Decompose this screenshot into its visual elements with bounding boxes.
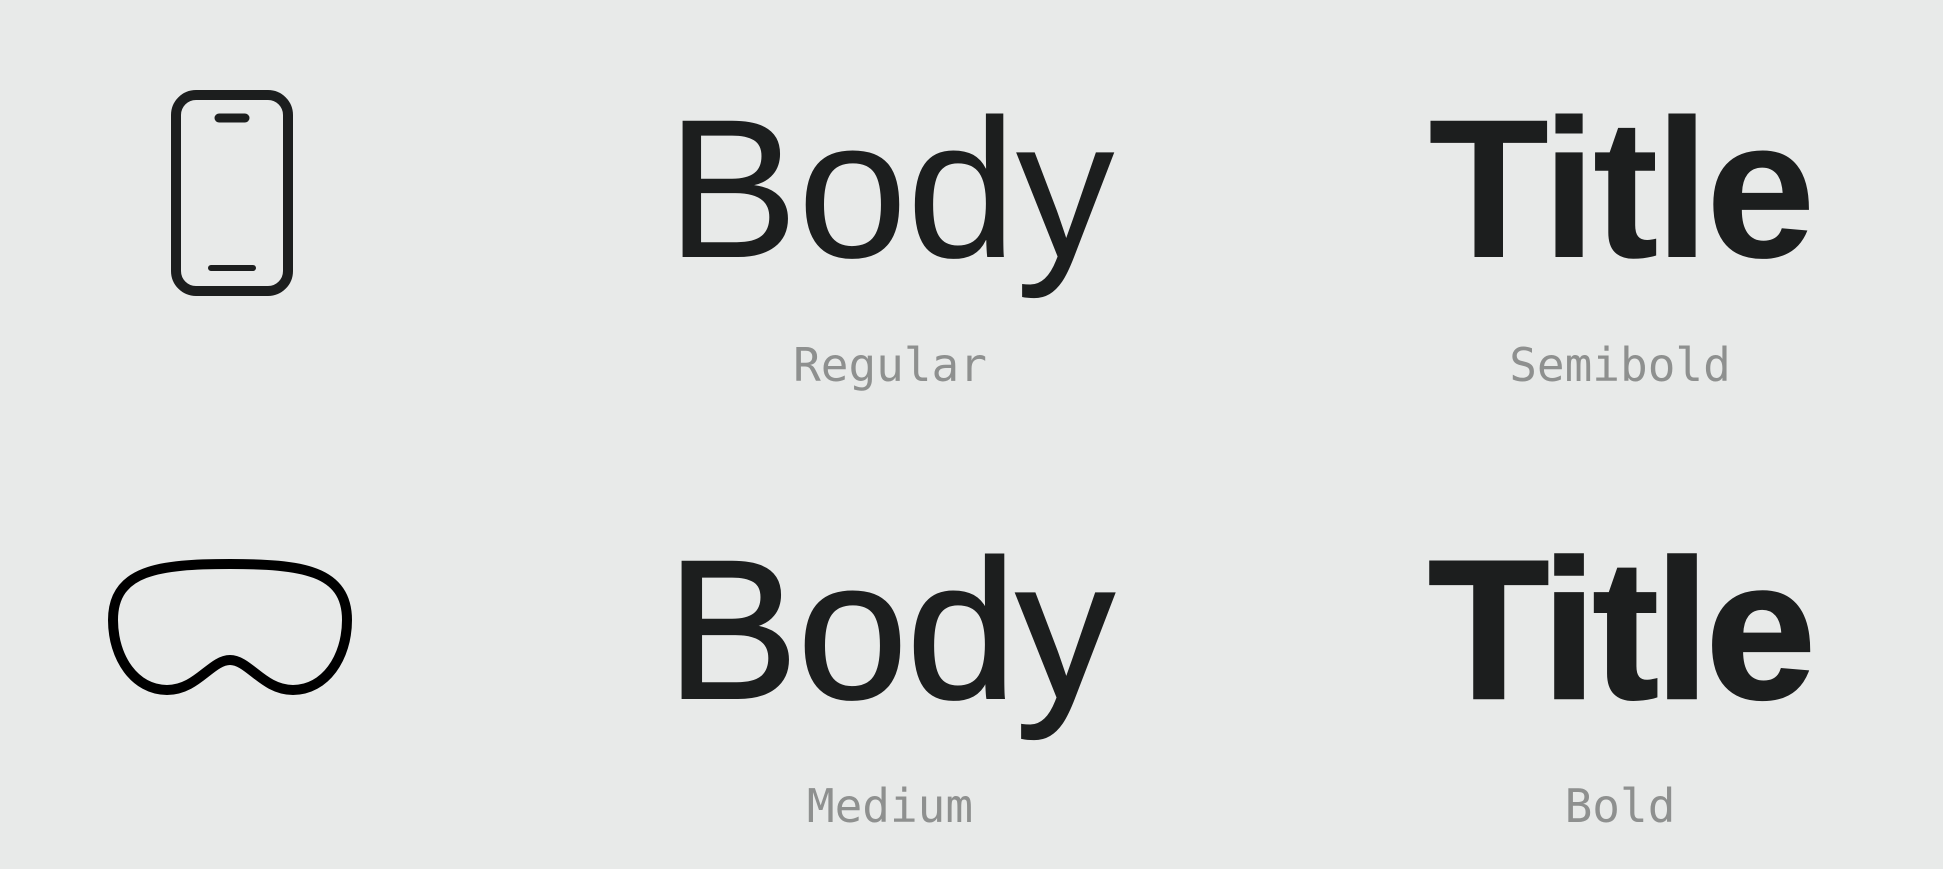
body-medium-sample: Body [610,519,1170,740]
semibold-weight-label: Semibold [1509,338,1731,392]
title-semibold-word: Title [1428,78,1815,299]
title-semibold-sample: Title [1340,90,1900,288]
title-bold-word: Title [1427,519,1817,740]
iphone-icon [171,90,293,296]
vision-pro-headset-icon [107,558,353,698]
medium-weight-label: Medium [806,779,974,833]
body-medium-word: Body [665,519,1115,740]
body-regular-word: Body [666,78,1114,299]
regular-weight-label: Regular [793,338,987,392]
bold-weight-label: Bold [1564,779,1676,833]
body-regular-sample: Body [610,90,1170,288]
title-bold-sample: Title [1340,519,1900,740]
